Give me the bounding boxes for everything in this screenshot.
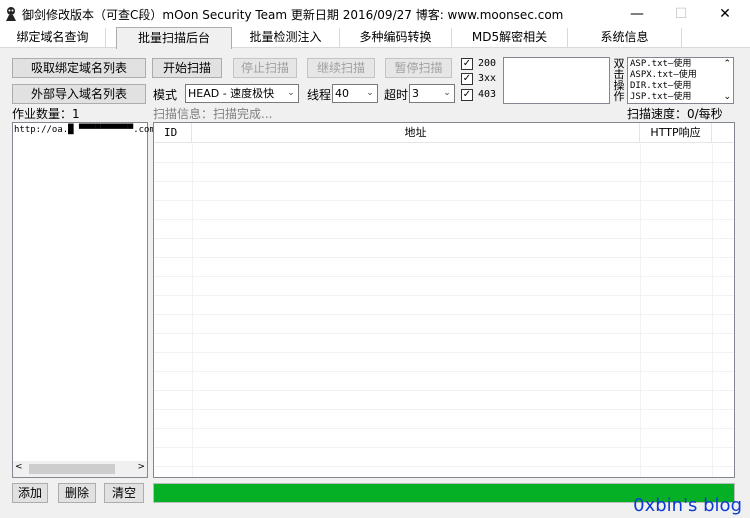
scroll-down-icon[interactable]: ⌄	[723, 92, 731, 102]
threads-select[interactable]: 40 ⌄	[332, 84, 378, 103]
grid-row-line	[154, 295, 734, 296]
continue-scan-button[interactable]: 继续扫描	[307, 58, 375, 78]
column-header-address[interactable]: 地址	[192, 123, 640, 143]
chevron-down-icon: ⌄	[443, 88, 451, 98]
list-item[interactable]: ASPX.txt—使用	[630, 70, 697, 81]
custom-input-box[interactable]	[503, 57, 610, 104]
timeout-value: 3	[412, 87, 419, 100]
grid-row-line	[154, 314, 734, 315]
app-icon	[6, 7, 16, 21]
checkbox-3xx-label: 3xx	[478, 73, 497, 84]
double-click-label-4: 作	[613, 90, 625, 103]
checkbox-403-label: 403	[478, 89, 497, 100]
pause-scan-button[interactable]: 暂停扫描	[385, 58, 452, 78]
grid-row-line	[154, 466, 734, 467]
tab-md5[interactable]: MD5解密相关	[452, 28, 568, 48]
results-table[interactable]: ID 地址 HTTP响应	[153, 122, 735, 478]
grid-row-line	[154, 409, 734, 410]
stop-scan-button[interactable]: 停止扫描	[233, 58, 297, 78]
grid-row-line	[154, 428, 734, 429]
scrollbar-thumb[interactable]	[29, 464, 115, 474]
job-listbox[interactable]: http://oa.█ ▀▀▀▀▀▀▀▀▀▀.com < >	[12, 122, 155, 478]
mode-label: 模式	[153, 88, 178, 102]
tab-strip: 绑定域名查询 批量扫描后台 批量检测注入 多种编码转换 MD5解密相关 系统信息	[0, 27, 750, 49]
checkbox-200[interactable]: ✓	[461, 58, 473, 70]
threads-value: 40	[335, 87, 349, 100]
grid-row-line	[154, 352, 734, 353]
chevron-down-icon: ⌄	[287, 88, 295, 98]
grid-row-line	[154, 447, 734, 448]
grid-row-line	[154, 200, 734, 201]
list-item[interactable]: http://oa.█ ▀▀▀▀▀▀▀▀▀▀.com	[14, 125, 155, 136]
grid-column-line	[712, 143, 713, 477]
clear-button[interactable]: 清空	[104, 483, 144, 503]
grid-row-line	[154, 219, 734, 220]
mode-select[interactable]: HEAD - 速度极快 ⌄	[185, 84, 299, 103]
grid-row-line	[154, 276, 734, 277]
checkbox-403[interactable]: ✓	[461, 89, 473, 101]
grid-column-line	[192, 143, 193, 477]
chevron-down-icon: ⌄	[366, 88, 374, 98]
mode-value: HEAD - 速度极快	[188, 87, 275, 100]
check-icon: ✓	[462, 73, 472, 84]
job-count-label: 作业数量：1	[12, 107, 80, 121]
checkbox-3xx[interactable]: ✓	[461, 73, 473, 85]
threads-label: 线程	[307, 88, 332, 102]
tab-domain-query[interactable]: 绑定域名查询	[0, 28, 106, 48]
column-header-id[interactable]: ID	[154, 123, 192, 143]
minimize-button[interactable]: —	[614, 0, 660, 28]
grid-row-line	[154, 371, 734, 372]
scroll-left-icon[interactable]: <	[15, 462, 23, 472]
title-bar: 御剑修改版本（可查C段）mOon Security Team 更新日期 2016…	[0, 0, 750, 28]
grid-column-line	[640, 143, 641, 477]
check-icon: ✓	[462, 89, 472, 100]
grid-row-line	[154, 238, 734, 239]
table-header: ID 地址 HTTP响应	[154, 123, 734, 143]
scan-info: 扫描信息：扫描完成...	[153, 107, 273, 121]
scroll-up-icon[interactable]: ⌃	[723, 59, 731, 69]
timeout-label: 超时	[384, 88, 409, 102]
start-scan-button[interactable]: 开始扫描	[152, 58, 222, 78]
tab-encoding[interactable]: 多种编码转换	[340, 28, 452, 48]
grid-row-line	[154, 181, 734, 182]
list-item[interactable]: JSP.txt—使用	[630, 92, 691, 103]
close-button[interactable]: ✕	[702, 0, 748, 28]
tab-batch-scan[interactable]: 批量扫描后台	[116, 27, 232, 49]
column-header-http[interactable]: HTTP响应	[640, 123, 712, 143]
add-button[interactable]: 添加	[12, 483, 48, 503]
grid-row-line	[154, 390, 734, 391]
blog-watermark: 0xbin's blog	[633, 495, 742, 516]
tab-batch-injection[interactable]: 批量检测注入	[232, 28, 340, 48]
checkbox-200-label: 200	[478, 58, 497, 69]
horizontal-scrollbar[interactable]: < >	[13, 461, 147, 477]
scroll-right-icon[interactable]: >	[137, 462, 145, 472]
import-domains-button[interactable]: 外部导入域名列表	[12, 84, 146, 104]
maximize-button: ☐	[674, 6, 688, 22]
delete-button[interactable]: 删除	[58, 483, 96, 503]
dictionary-listbox[interactable]: ASP.txt—使用 ASPX.txt—使用 DIR.txt—使用 JSP.tx…	[627, 57, 734, 104]
tab-system-info[interactable]: 系统信息	[568, 28, 682, 48]
grid-row-line	[154, 257, 734, 258]
fetch-domains-button[interactable]: 吸取绑定域名列表	[12, 58, 146, 78]
check-icon: ✓	[462, 58, 472, 69]
scan-speed: 扫描速度：0/每秒	[627, 107, 723, 121]
grid-row-line	[154, 333, 734, 334]
list-item[interactable]: DIR.txt—使用	[630, 81, 691, 92]
window-title: 御剑修改版本（可查C段）mOon Security Team 更新日期 2016…	[22, 8, 564, 22]
list-item[interactable]: ASP.txt—使用	[630, 59, 691, 70]
grid-row-line	[154, 162, 734, 163]
timeout-select[interactable]: 3 ⌄	[409, 84, 455, 103]
